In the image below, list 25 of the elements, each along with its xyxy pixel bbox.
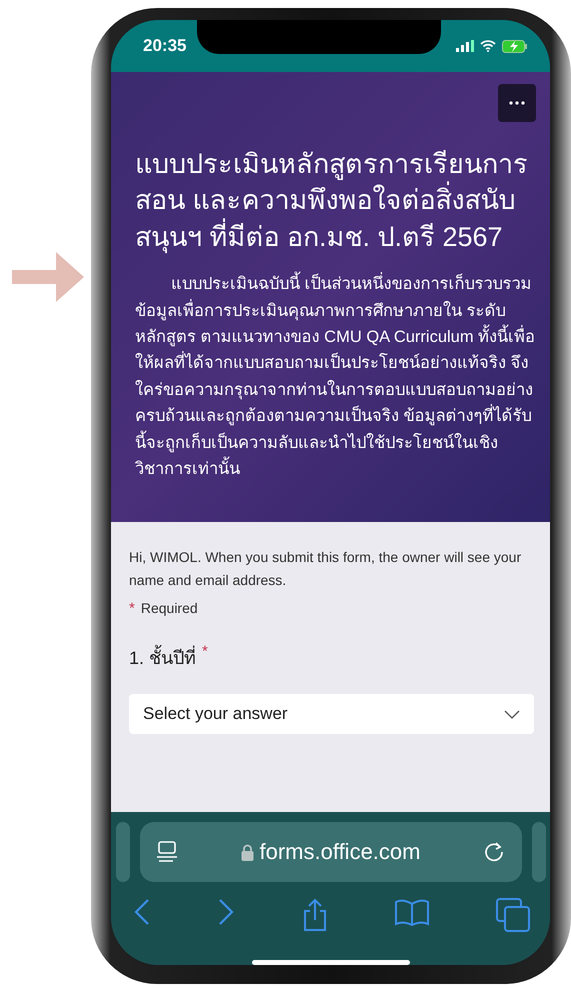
form-description: แบบประเมินฉบับนี้ เป็นส่วนหนึ่งของการเก็บรวบรวมข้อมูลเพื่อการประเมินคุณภาพการศึกษาภายใน ระดับหลักสูตร ตามแนวทางของ CMU QA Curriculum ทั้งนี้เพื่อให้ผลที่ได้จากแบบสอบถามเป็นประโยชน์อย่างแท้จริง จึงใคร่ขอความกรุณาจากท่านในการตอบแบบสอบถามอย่างครบถ้วนและถูกต้องตามความเป็นจริง ข้อมูลต่างๆที่ได้รับนี้จะถูกเก็บเป็นความลับและนำไปใช้ประโยชน์ในเชิงวิชาการเท่านั้น xyxy=(135,271,536,482)
reload-icon[interactable] xyxy=(483,841,506,863)
lock-icon xyxy=(240,844,254,860)
signal-icon xyxy=(456,40,474,52)
required-asterisk: * xyxy=(202,643,208,660)
signed-in-notice: Hi, WIMOL. When you submit this form, the owner will see your name and email address. xyxy=(129,548,522,590)
wifi-icon xyxy=(480,40,496,52)
tabs-icon[interactable] xyxy=(496,898,530,932)
status-time: 20:35 xyxy=(143,36,186,56)
more-button[interactable] xyxy=(498,84,536,122)
reader-icon xyxy=(156,841,178,863)
forward-icon[interactable] xyxy=(216,898,235,926)
bookmarks-icon[interactable] xyxy=(394,898,430,926)
answer-dropdown[interactable]: Select your answer xyxy=(129,694,534,734)
battery-charging-icon xyxy=(502,40,528,52)
required-label: Required xyxy=(140,600,198,616)
chevron-down-icon xyxy=(504,710,520,719)
right-arrow-icon xyxy=(12,252,84,302)
question-label: 1. ชั้นปีที่ xyxy=(129,643,196,672)
form-title: แบบประเมินหลักสูตรการเรียนการสอน และความพึงพอใจต่อสิ่งสนับสนุนฯ ที่มีต่อ อก.มช. ป.ตรี 2567 xyxy=(135,148,529,256)
address-bar[interactable]: forms.office.com xyxy=(140,822,522,882)
back-icon[interactable] xyxy=(133,898,151,926)
url-text: forms.office.com xyxy=(240,839,420,865)
required-asterisk: * xyxy=(129,600,135,618)
more-icon xyxy=(509,101,525,105)
